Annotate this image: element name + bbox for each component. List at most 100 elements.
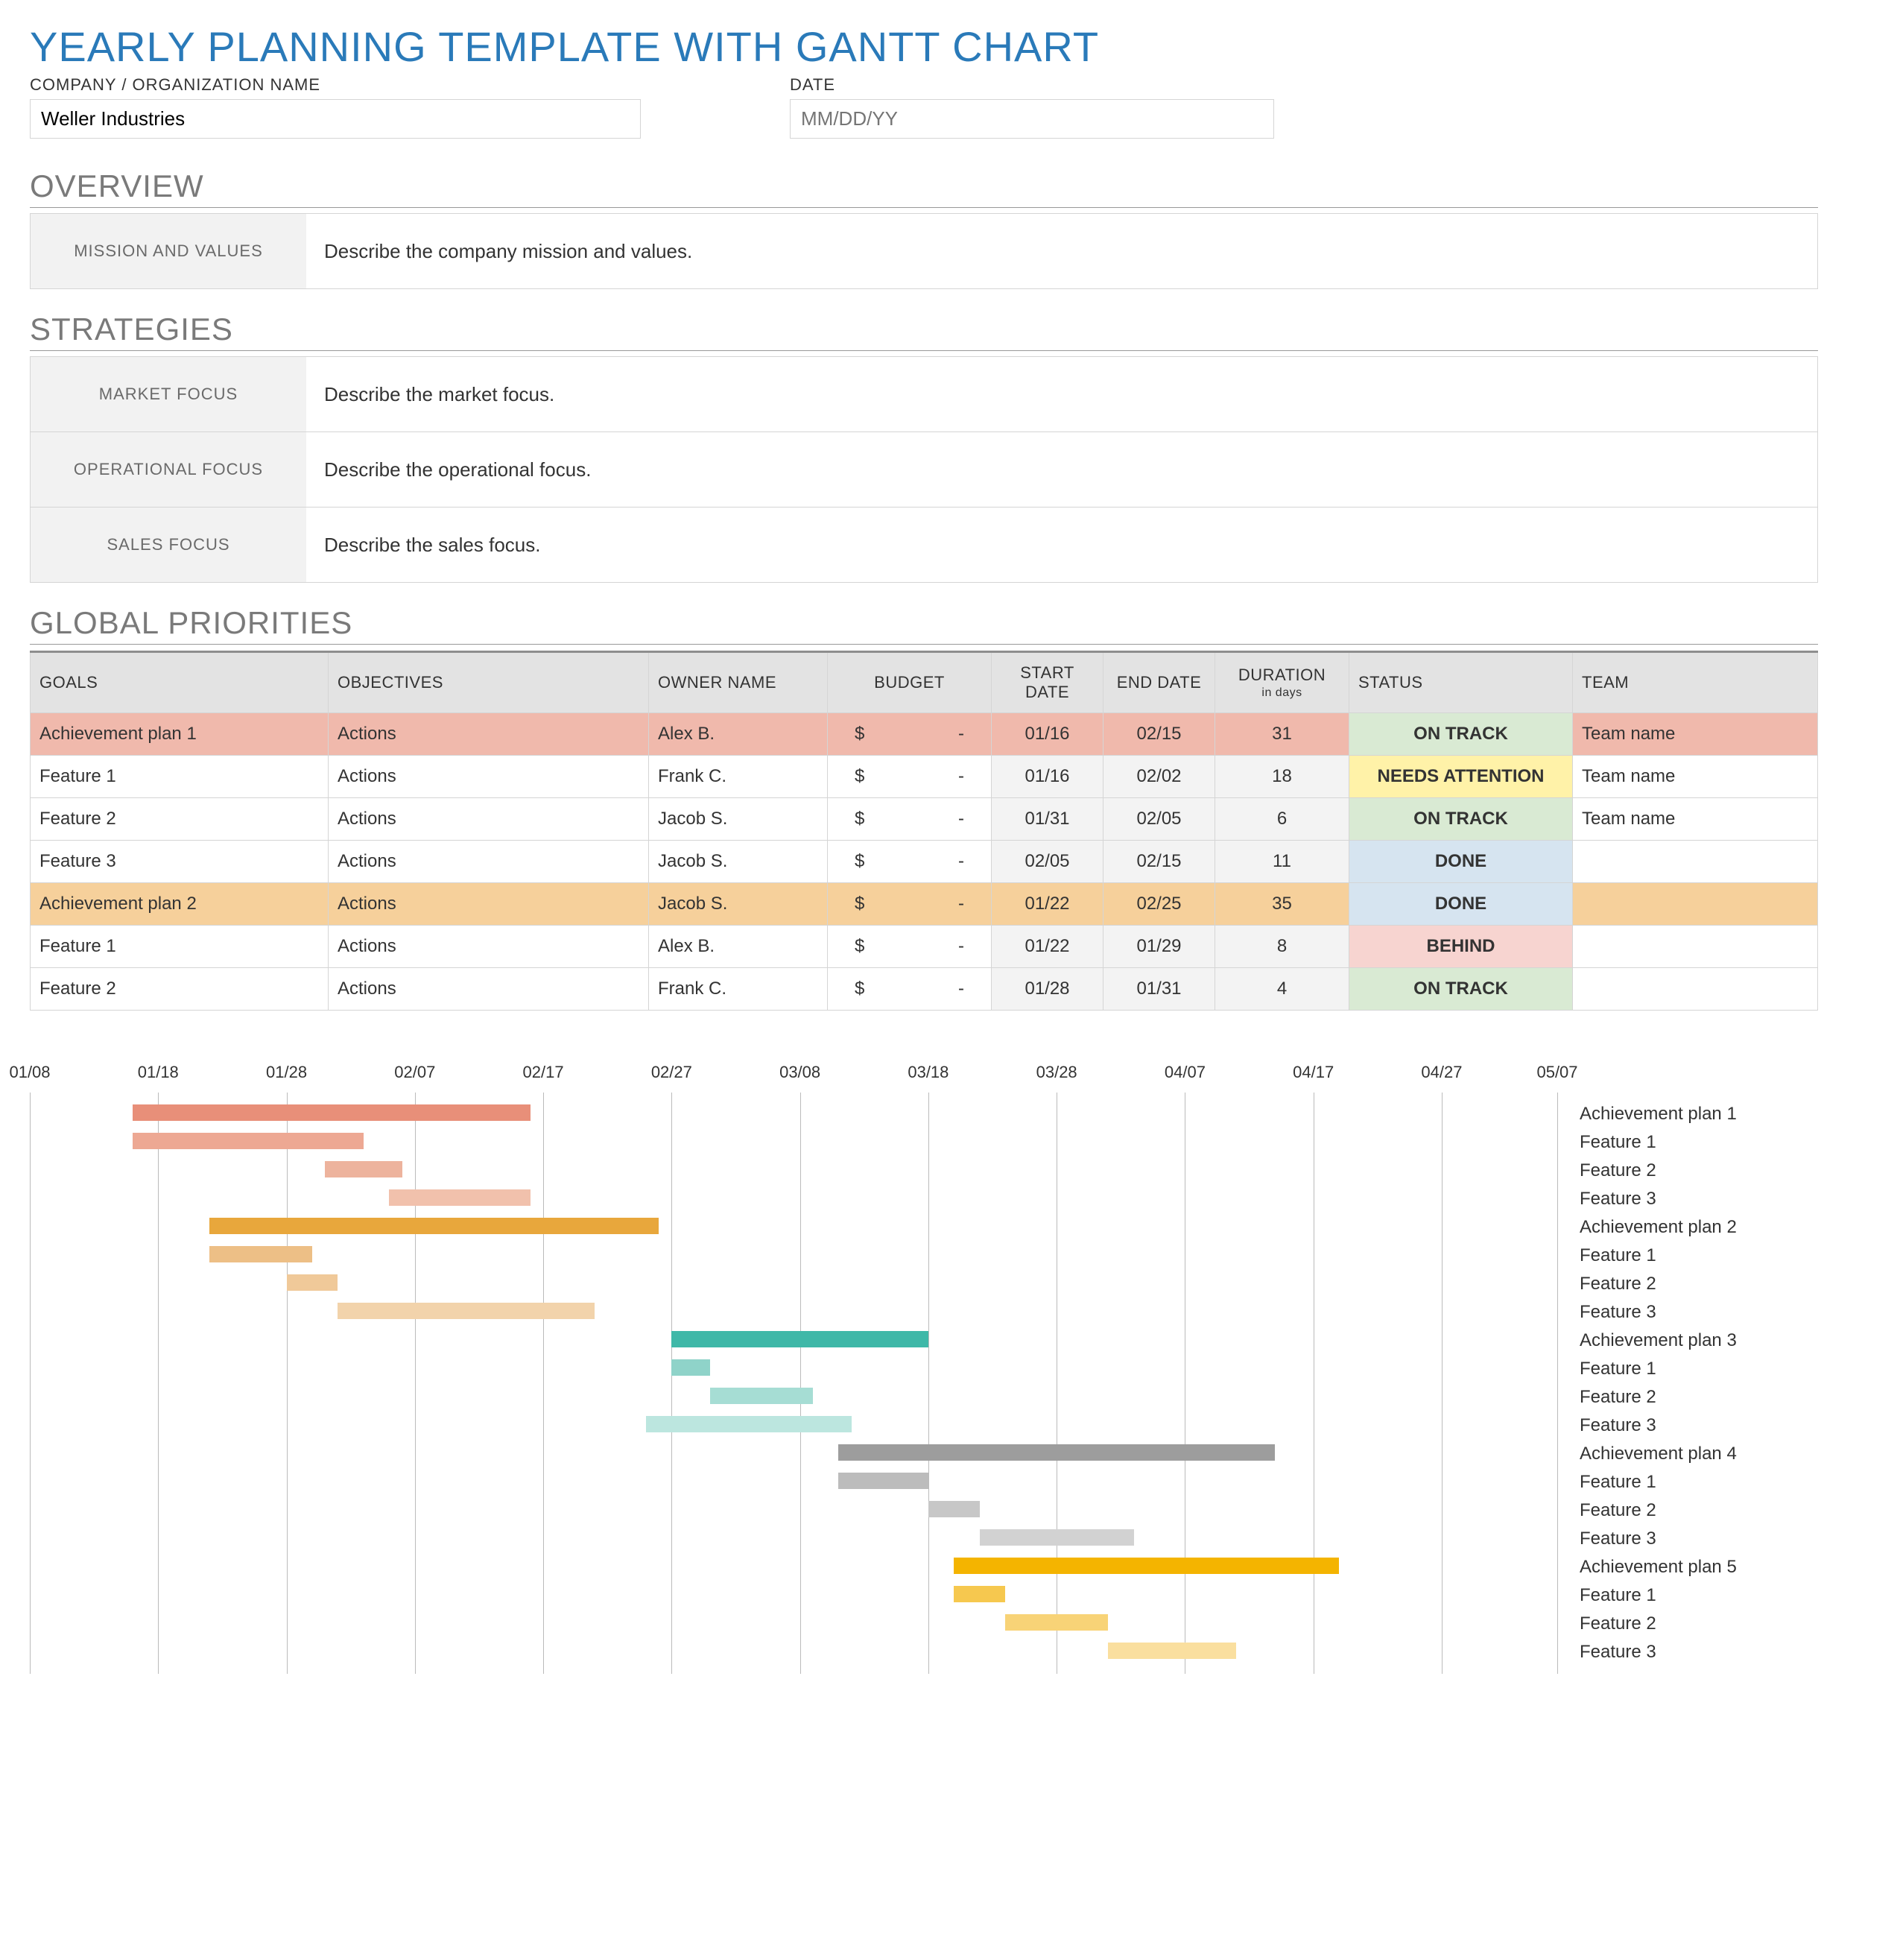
cell-duration[interactable]: 31 <box>1215 713 1349 756</box>
gantt-bar[interactable] <box>954 1586 1005 1602</box>
gantt-bar[interactable] <box>710 1388 813 1404</box>
gantt-row <box>30 1327 1557 1355</box>
cell-budget[interactable]: $- <box>828 841 992 883</box>
cell-owner[interactable]: Jacob S. <box>649 883 828 926</box>
cell-owner[interactable]: Jacob S. <box>649 841 828 883</box>
cell-status[interactable]: ON TRACK <box>1349 713 1573 756</box>
gantt-bar[interactable] <box>209 1218 659 1234</box>
cell-end[interactable]: 02/25 <box>1103 883 1215 926</box>
gantt-task-label: Feature 1 <box>1557 1355 1818 1383</box>
strategies-value[interactable]: Describe the sales focus. <box>306 508 1817 582</box>
cell-objective[interactable]: Actions <box>329 883 649 926</box>
cell-end[interactable]: 01/31 <box>1103 968 1215 1011</box>
cell-start[interactable]: 01/28 <box>992 968 1103 1011</box>
cell-start[interactable]: 02/05 <box>992 841 1103 883</box>
gantt-bar[interactable] <box>671 1359 710 1376</box>
cell-owner[interactable]: Alex B. <box>649 713 828 756</box>
gantt-tick: 04/27 <box>1397 1063 1486 1082</box>
cell-team[interactable]: Team name <box>1573 798 1818 841</box>
cell-objective[interactable]: Actions <box>329 926 649 968</box>
cell-team[interactable]: Team name <box>1573 756 1818 798</box>
gantt-bar[interactable] <box>287 1274 338 1291</box>
gantt-bar[interactable] <box>646 1416 852 1432</box>
cell-goal[interactable]: Feature 2 <box>31 798 329 841</box>
cell-objective[interactable]: Actions <box>329 968 649 1011</box>
cell-budget[interactable]: $- <box>828 883 992 926</box>
cell-owner[interactable]: Jacob S. <box>649 798 828 841</box>
cell-end[interactable]: 02/15 <box>1103 713 1215 756</box>
cell-goal[interactable]: Achievement plan 2 <box>31 883 329 926</box>
gantt-bar[interactable] <box>209 1246 312 1262</box>
cell-goal[interactable]: Feature 2 <box>31 968 329 1011</box>
cell-duration[interactable]: 8 <box>1215 926 1349 968</box>
cell-objective[interactable]: Actions <box>329 798 649 841</box>
col-end: END DATE <box>1103 652 1215 713</box>
cell-objective[interactable]: Actions <box>329 713 649 756</box>
cell-budget[interactable]: $- <box>828 926 992 968</box>
overview-value[interactable]: Describe the company mission and values. <box>306 214 1817 288</box>
cell-owner[interactable]: Frank C. <box>649 756 828 798</box>
cell-owner[interactable]: Alex B. <box>649 926 828 968</box>
date-input[interactable] <box>790 99 1274 139</box>
cell-budget[interactable]: $- <box>828 968 992 1011</box>
cell-budget[interactable]: $- <box>828 713 992 756</box>
gantt-bar[interactable] <box>954 1558 1339 1574</box>
cell-status[interactable]: BEHIND <box>1349 926 1573 968</box>
cell-start[interactable]: 01/16 <box>992 713 1103 756</box>
gantt-row <box>30 1496 1557 1525</box>
cell-duration[interactable]: 11 <box>1215 841 1349 883</box>
gantt-bar[interactable] <box>133 1104 531 1121</box>
cell-start[interactable]: 01/22 <box>992 883 1103 926</box>
gantt-labels: Achievement plan 1Feature 1Feature 2Feat… <box>1557 1063 1818 1674</box>
cell-duration[interactable]: 35 <box>1215 883 1349 926</box>
gantt-bar[interactable] <box>338 1303 595 1319</box>
cell-team[interactable] <box>1573 841 1818 883</box>
gantt-task-label: Feature 2 <box>1557 1383 1818 1411</box>
cell-objective[interactable]: Actions <box>329 756 649 798</box>
cell-start[interactable]: 01/16 <box>992 756 1103 798</box>
cell-status[interactable]: DONE <box>1349 883 1573 926</box>
gantt-bar[interactable] <box>325 1161 402 1177</box>
gantt-bar[interactable] <box>980 1529 1134 1546</box>
cell-team[interactable] <box>1573 968 1818 1011</box>
cell-status[interactable]: DONE <box>1349 841 1573 883</box>
cell-owner[interactable]: Frank C. <box>649 968 828 1011</box>
gantt-bar[interactable] <box>1005 1614 1108 1631</box>
gantt-rows <box>30 1100 1557 1666</box>
cell-goal[interactable]: Achievement plan 1 <box>31 713 329 756</box>
cell-start[interactable]: 01/31 <box>992 798 1103 841</box>
gantt-task-label: Feature 2 <box>1557 1157 1818 1185</box>
cell-budget[interactable]: $- <box>828 756 992 798</box>
cell-duration[interactable]: 4 <box>1215 968 1349 1011</box>
cell-duration[interactable]: 18 <box>1215 756 1349 798</box>
cell-goal[interactable]: Feature 1 <box>31 926 329 968</box>
table-row: Feature 2ActionsFrank C.$-01/2801/314ON … <box>31 968 1818 1011</box>
cell-start[interactable]: 01/22 <box>992 926 1103 968</box>
gantt-bar[interactable] <box>838 1473 928 1489</box>
cell-status[interactable]: ON TRACK <box>1349 798 1573 841</box>
company-input[interactable] <box>30 99 641 139</box>
gantt-bar[interactable] <box>1108 1643 1236 1659</box>
cell-end[interactable]: 02/05 <box>1103 798 1215 841</box>
cell-end[interactable]: 02/15 <box>1103 841 1215 883</box>
cell-team[interactable] <box>1573 883 1818 926</box>
gantt-bar[interactable] <box>133 1133 364 1149</box>
cell-goal[interactable]: Feature 3 <box>31 841 329 883</box>
cell-end[interactable]: 01/29 <box>1103 926 1215 968</box>
strategies-value[interactable]: Describe the operational focus. <box>306 432 1817 507</box>
cell-goal[interactable]: Feature 1 <box>31 756 329 798</box>
gantt-row <box>30 1242 1557 1270</box>
cell-team[interactable]: Team name <box>1573 713 1818 756</box>
cell-end[interactable]: 02/02 <box>1103 756 1215 798</box>
gantt-bar[interactable] <box>389 1189 530 1206</box>
cell-status[interactable]: ON TRACK <box>1349 968 1573 1011</box>
strategies-value[interactable]: Describe the market focus. <box>306 357 1817 431</box>
gantt-bar[interactable] <box>838 1444 1275 1461</box>
cell-budget[interactable]: $- <box>828 798 992 841</box>
cell-status[interactable]: NEEDS ATTENTION <box>1349 756 1573 798</box>
gantt-bar[interactable] <box>928 1501 980 1517</box>
cell-team[interactable] <box>1573 926 1818 968</box>
cell-duration[interactable]: 6 <box>1215 798 1349 841</box>
cell-objective[interactable]: Actions <box>329 841 649 883</box>
gantt-bar[interactable] <box>671 1331 928 1347</box>
